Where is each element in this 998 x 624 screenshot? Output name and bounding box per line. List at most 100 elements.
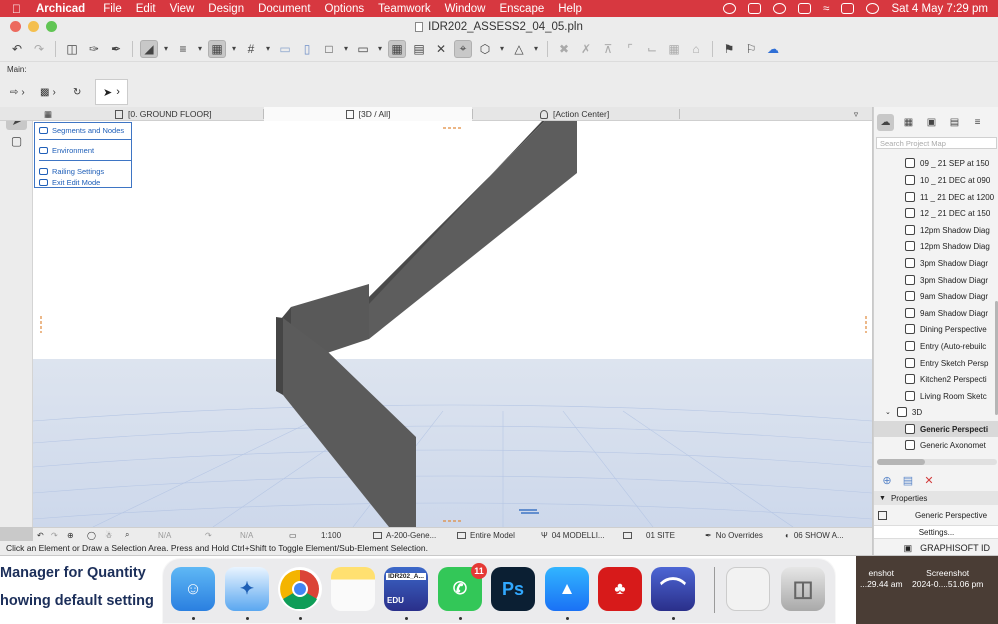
menu-clock[interactable]: Sat 4 May 7:29 pm [891,3,988,15]
list-item[interactable]: Entry (Auto-rebuilc [874,338,998,354]
chevron-down-icon[interactable]: ▾ [532,40,540,58]
chevron-down-icon[interactable]: ▾ [196,40,204,58]
list-item[interactable]: 12pm Shadow Diag [874,222,998,238]
window-icon[interactable]: ▣ [904,543,913,554]
model-view-dropdown[interactable]: Entire Model [457,528,515,542]
menu-design[interactable]: Design [208,3,244,15]
chevron-down-icon[interactable]: ▾ [342,40,350,58]
fillet-icon[interactable]: ⌙ [643,40,661,58]
list-item-generic-axonometry[interactable]: Generic Axonomet [874,437,998,453]
lock-icon[interactable]: ▭ [354,40,372,58]
flag-icon[interactable]: ⚑ [720,40,738,58]
menu-teamwork[interactable]: Teamwork [378,3,430,15]
list-item[interactable]: Dining Perspective [874,321,998,337]
menu-segments-and-nodes[interactable]: Segments and Nodes [39,125,124,136]
split-icon[interactable]: ✗ [577,40,595,58]
model-view-icon[interactable]: ▦ [388,39,406,58]
walk-icon[interactable]: ☃ [105,528,112,542]
chrome-window-thumbnail[interactable] [726,567,770,611]
site-dropdown[interactable]: 01 SITE [623,528,675,542]
redo-icon[interactable]: ↷ [30,40,48,58]
snap-guides-icon[interactable]: ▦ [208,39,226,58]
tab-overview-icon[interactable]: ▦ [38,107,58,121]
menu-help[interactable]: Help [558,3,582,15]
slab-icon[interactable]: ▭ [276,40,294,58]
list-item[interactable]: 12pm Shadow Diag [874,238,998,254]
fit-in-window-icon[interactable]: ⌕ [125,528,129,542]
apple-icon[interactable]:  [12,2,26,16]
bim-cloud-icon[interactable]: ☁ [764,40,782,58]
save-view-icon[interactable]: ▤ [902,474,914,487]
list-item[interactable]: 10 _ 21 DEC at 090 [874,172,998,188]
settings-button[interactable]: Settings... [874,525,998,539]
list-item[interactable]: 11 _ 21 DEC at 1200 [874,189,998,205]
zoom-in-icon[interactable]: ⊕ [67,528,74,542]
notes-icon[interactable] [331,567,375,611]
view-map-icon[interactable]: ▦ [900,114,917,131]
chevron-down-icon[interactable]: ▾ [498,40,506,58]
syringe-icon[interactable]: ✒ [107,40,125,58]
grid-snap-icon[interactable]: # [242,40,260,58]
battery-icon[interactable] [798,3,812,14]
list-item[interactable]: Kitchen2 Perspecti [874,371,998,387]
menu-environment[interactable]: Environment [39,145,94,156]
whatsapp-icon[interactable]: ✆ 11 [438,563,487,611]
chevron-down-icon[interactable]: ▾ [162,40,170,58]
selection-method-dropdown[interactable]: ⇨ › [10,83,25,101]
safari-icon[interactable]: ✦ [225,567,269,611]
list-item[interactable]: 3pm Shadow Diagr [874,272,998,288]
acrobat-icon[interactable]: ♣ [598,567,642,611]
pen-set-dropdown[interactable]: Ψ 04 MODELLI... [541,528,605,542]
finder-icon[interactable]: ☺ [171,567,215,611]
roof-icon[interactable]: ⌂ [687,40,705,58]
layout-book-icon[interactable]: ▣ [923,114,940,131]
resize-icon[interactable]: ▦ [665,40,683,58]
list-item[interactable]: 9am Shadow Diagr [874,288,998,304]
minimize-window-icon[interactable] [28,21,39,32]
layer-combo-dropdown[interactable]: A-200-Gene... [373,528,436,542]
align-icon[interactable]: ≡ [174,40,192,58]
properties-header[interactable]: ▼ Properties [874,491,998,505]
project-map-icon[interactable]: ☁ [877,113,894,131]
rotate-view-button[interactable]: ↻ [73,83,81,101]
list-item[interactable]: 09 _ 21 SEP at 150 [874,155,998,171]
menu-file[interactable]: File [103,3,122,15]
redo-view-icon[interactable]: ↷ [51,528,58,542]
chevron-down-icon[interactable]: ▾ [376,40,384,58]
undo-view-icon[interactable]: ↶ [37,528,44,542]
scrollbar-thumb[interactable] [877,459,925,465]
desktop-file-screenshot-1[interactable]: enshot ...29.44 am [860,568,903,590]
tab-action-center[interactable]: [Action Center] [540,107,680,121]
trash-icon[interactable]: ◫ [781,567,825,611]
marquee-tool-icon[interactable]: ▢ [6,132,27,150]
list-item[interactable]: Living Room Sketc [874,388,998,404]
tab-ground-floor[interactable]: [0. GROUND FLOOR] [115,107,263,121]
navigator-menu-icon[interactable]: ≡ [969,114,986,131]
pet-palette-icon[interactable]: ◫ [63,40,81,58]
screen-record-icon[interactable] [748,3,762,14]
wall-icon[interactable]: ▯ [298,40,316,58]
close-window-icon[interactable] [10,21,21,32]
3d-viewport[interactable] [33,121,872,527]
overrides-dropdown[interactable]: ✒ No Overrides [705,528,763,542]
folder-3d[interactable]: ⌄ 3D [874,404,998,420]
creative-cloud-icon[interactable] [723,3,737,14]
graphisoft-id-label[interactable]: GRAPHISOFT ID [920,543,990,553]
menu-edit[interactable]: Edit [136,3,156,15]
marquee-shape-dropdown[interactable]: ▩ › [40,83,56,101]
add-view-icon[interactable]: ⊕ [881,474,893,487]
photoshop-icon[interactable]: Ps [491,567,535,611]
archicad-app-icon[interactable]: ⌒ [651,567,695,611]
pointer-tool-cell[interactable]: ➤ › [95,79,128,105]
chevron-down-icon[interactable]: ▾ [264,40,272,58]
wifi-icon[interactable]: ≈ [823,3,829,15]
archicad-dock-icon[interactable]: IDR202_A... EDU [384,567,428,611]
menu-exit-edit-mode[interactable]: Exit Edit Mode [39,177,100,188]
tab-list-dropdown-icon[interactable]: ▿ [843,107,869,121]
gravity-icon[interactable]: ◢ [140,39,158,58]
chrome-icon[interactable] [278,567,322,611]
app-store-icon[interactable]: ▲ [545,567,589,611]
siri-icon[interactable] [866,3,880,14]
chevron-down-icon[interactable]: ▾ [230,40,238,58]
menu-window[interactable]: Window [445,3,486,15]
